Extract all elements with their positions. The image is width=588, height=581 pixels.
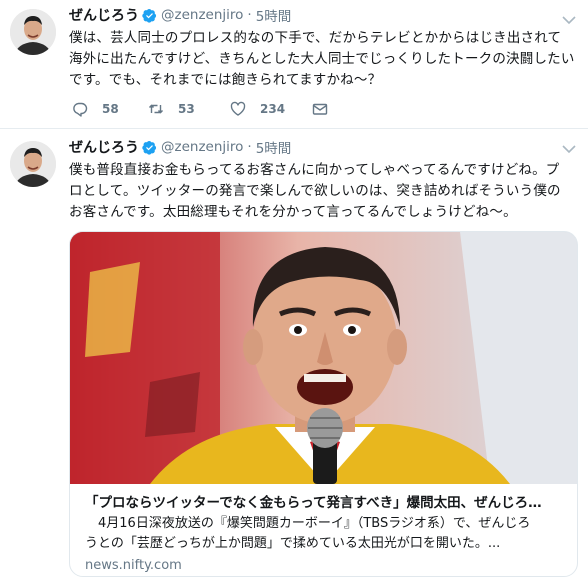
tweet-text-line: 僕も普段直接お金もらってるお客さんに向かってしゃべってるんですけどね。プ — [69, 162, 560, 178]
tweet-text: 僕は、芸人同士のプロレス的なの下手で、だからテレビとかからはじき出されて 海外に… — [69, 28, 581, 91]
tweet-text: 僕も普段直接お金もらってるお客さんに向かってしゃべってるんですけどね。プ ロとし… — [69, 160, 581, 223]
direct-message-button[interactable] — [312, 98, 342, 120]
like-button[interactable]: 234 — [230, 98, 285, 120]
timestamp[interactable]: 5時間 — [256, 5, 292, 25]
tweet-text-line: お客さんです。太田総理もそれを分かって言ってるんでしょうけどね〜。 — [69, 204, 517, 220]
reply-icon — [73, 102, 88, 117]
card-description-line: 4月16日深夜放送の『爆笑問題カーボーイ』（TBSラジオ系）で、ぜんじろ — [85, 516, 531, 531]
chevron-down-icon[interactable] — [562, 139, 576, 154]
link-preview-card[interactable]: 「プロならツイッターでなく金もらって発言すべき」爆問太田、ぜんじろ… 4月16日… — [69, 231, 578, 577]
card-description: 4月16日深夜放送の『爆笑問題カーボーイ』（TBSラジオ系）で、ぜんじろ うとの… — [85, 514, 565, 554]
tweet-header: ぜんじろう @zenzenjiro · 5時間 — [69, 137, 291, 157]
reply-count: 58 — [102, 102, 119, 116]
card-domain[interactable]: news.nifty.com — [85, 558, 182, 573]
retweet-button[interactable]: 53 — [148, 98, 195, 120]
tweet-text-line: 僕は、芸人同士のプロレス的なの下手で、だからテレビとかからはじき出されて — [69, 30, 562, 46]
tweet-text-line: 海外に出たんですけど、きちんとした大人同士でじっくりしたトークの決闘したい — [69, 51, 575, 67]
tweet[interactable]: ぜんじろう @zenzenjiro · 5時間 僕は、芸人同士のプロレス的なの下… — [0, 0, 588, 129]
separator-dot: · — [247, 139, 252, 155]
user-handle[interactable]: @zenzenjiro — [161, 7, 243, 23]
timestamp[interactable]: 5時間 — [256, 137, 292, 157]
card-image[interactable] — [70, 232, 577, 484]
envelope-icon — [312, 103, 328, 115]
user-handle[interactable]: @zenzenjiro — [161, 139, 243, 155]
tweet[interactable]: ぜんじろう @zenzenjiro · 5時間 僕も普段直接お金もらってるお客さ… — [0, 129, 588, 581]
chevron-down-icon[interactable] — [562, 10, 576, 25]
display-name[interactable]: ぜんじろう — [69, 5, 139, 25]
tweet-text-line: ロとして。ツイッターの発言で楽しんで欲しいのは、突き詰めればそういう僕の — [69, 183, 561, 199]
verified-badge-icon — [142, 140, 157, 155]
card-description-line: うとの「芸歴どっちが上か問題」で揉めている太田光が口を開いた。... — [85, 536, 501, 551]
display-name[interactable]: ぜんじろう — [69, 137, 139, 157]
tweet-actions: 58 53 234 — [72, 98, 392, 120]
news-photo — [70, 232, 577, 484]
card-title[interactable]: 「プロならツイッターでなく金もらって発言すべき」爆問太田、ぜんじろ… — [85, 491, 565, 511]
avatar[interactable] — [10, 141, 56, 187]
verified-badge-icon — [142, 8, 157, 23]
separator-dot: · — [247, 7, 252, 23]
retweet-count: 53 — [178, 102, 195, 116]
avatar[interactable] — [10, 9, 56, 55]
reply-button[interactable]: 58 — [72, 98, 119, 120]
tweet-header: ぜんじろう @zenzenjiro · 5時間 — [69, 5, 291, 25]
retweet-icon — [148, 104, 164, 114]
heart-icon — [230, 101, 246, 116]
like-count: 234 — [260, 102, 286, 116]
tweet-text-line: です。でも、それまでには飽きられてますかね〜？ — [69, 72, 382, 88]
